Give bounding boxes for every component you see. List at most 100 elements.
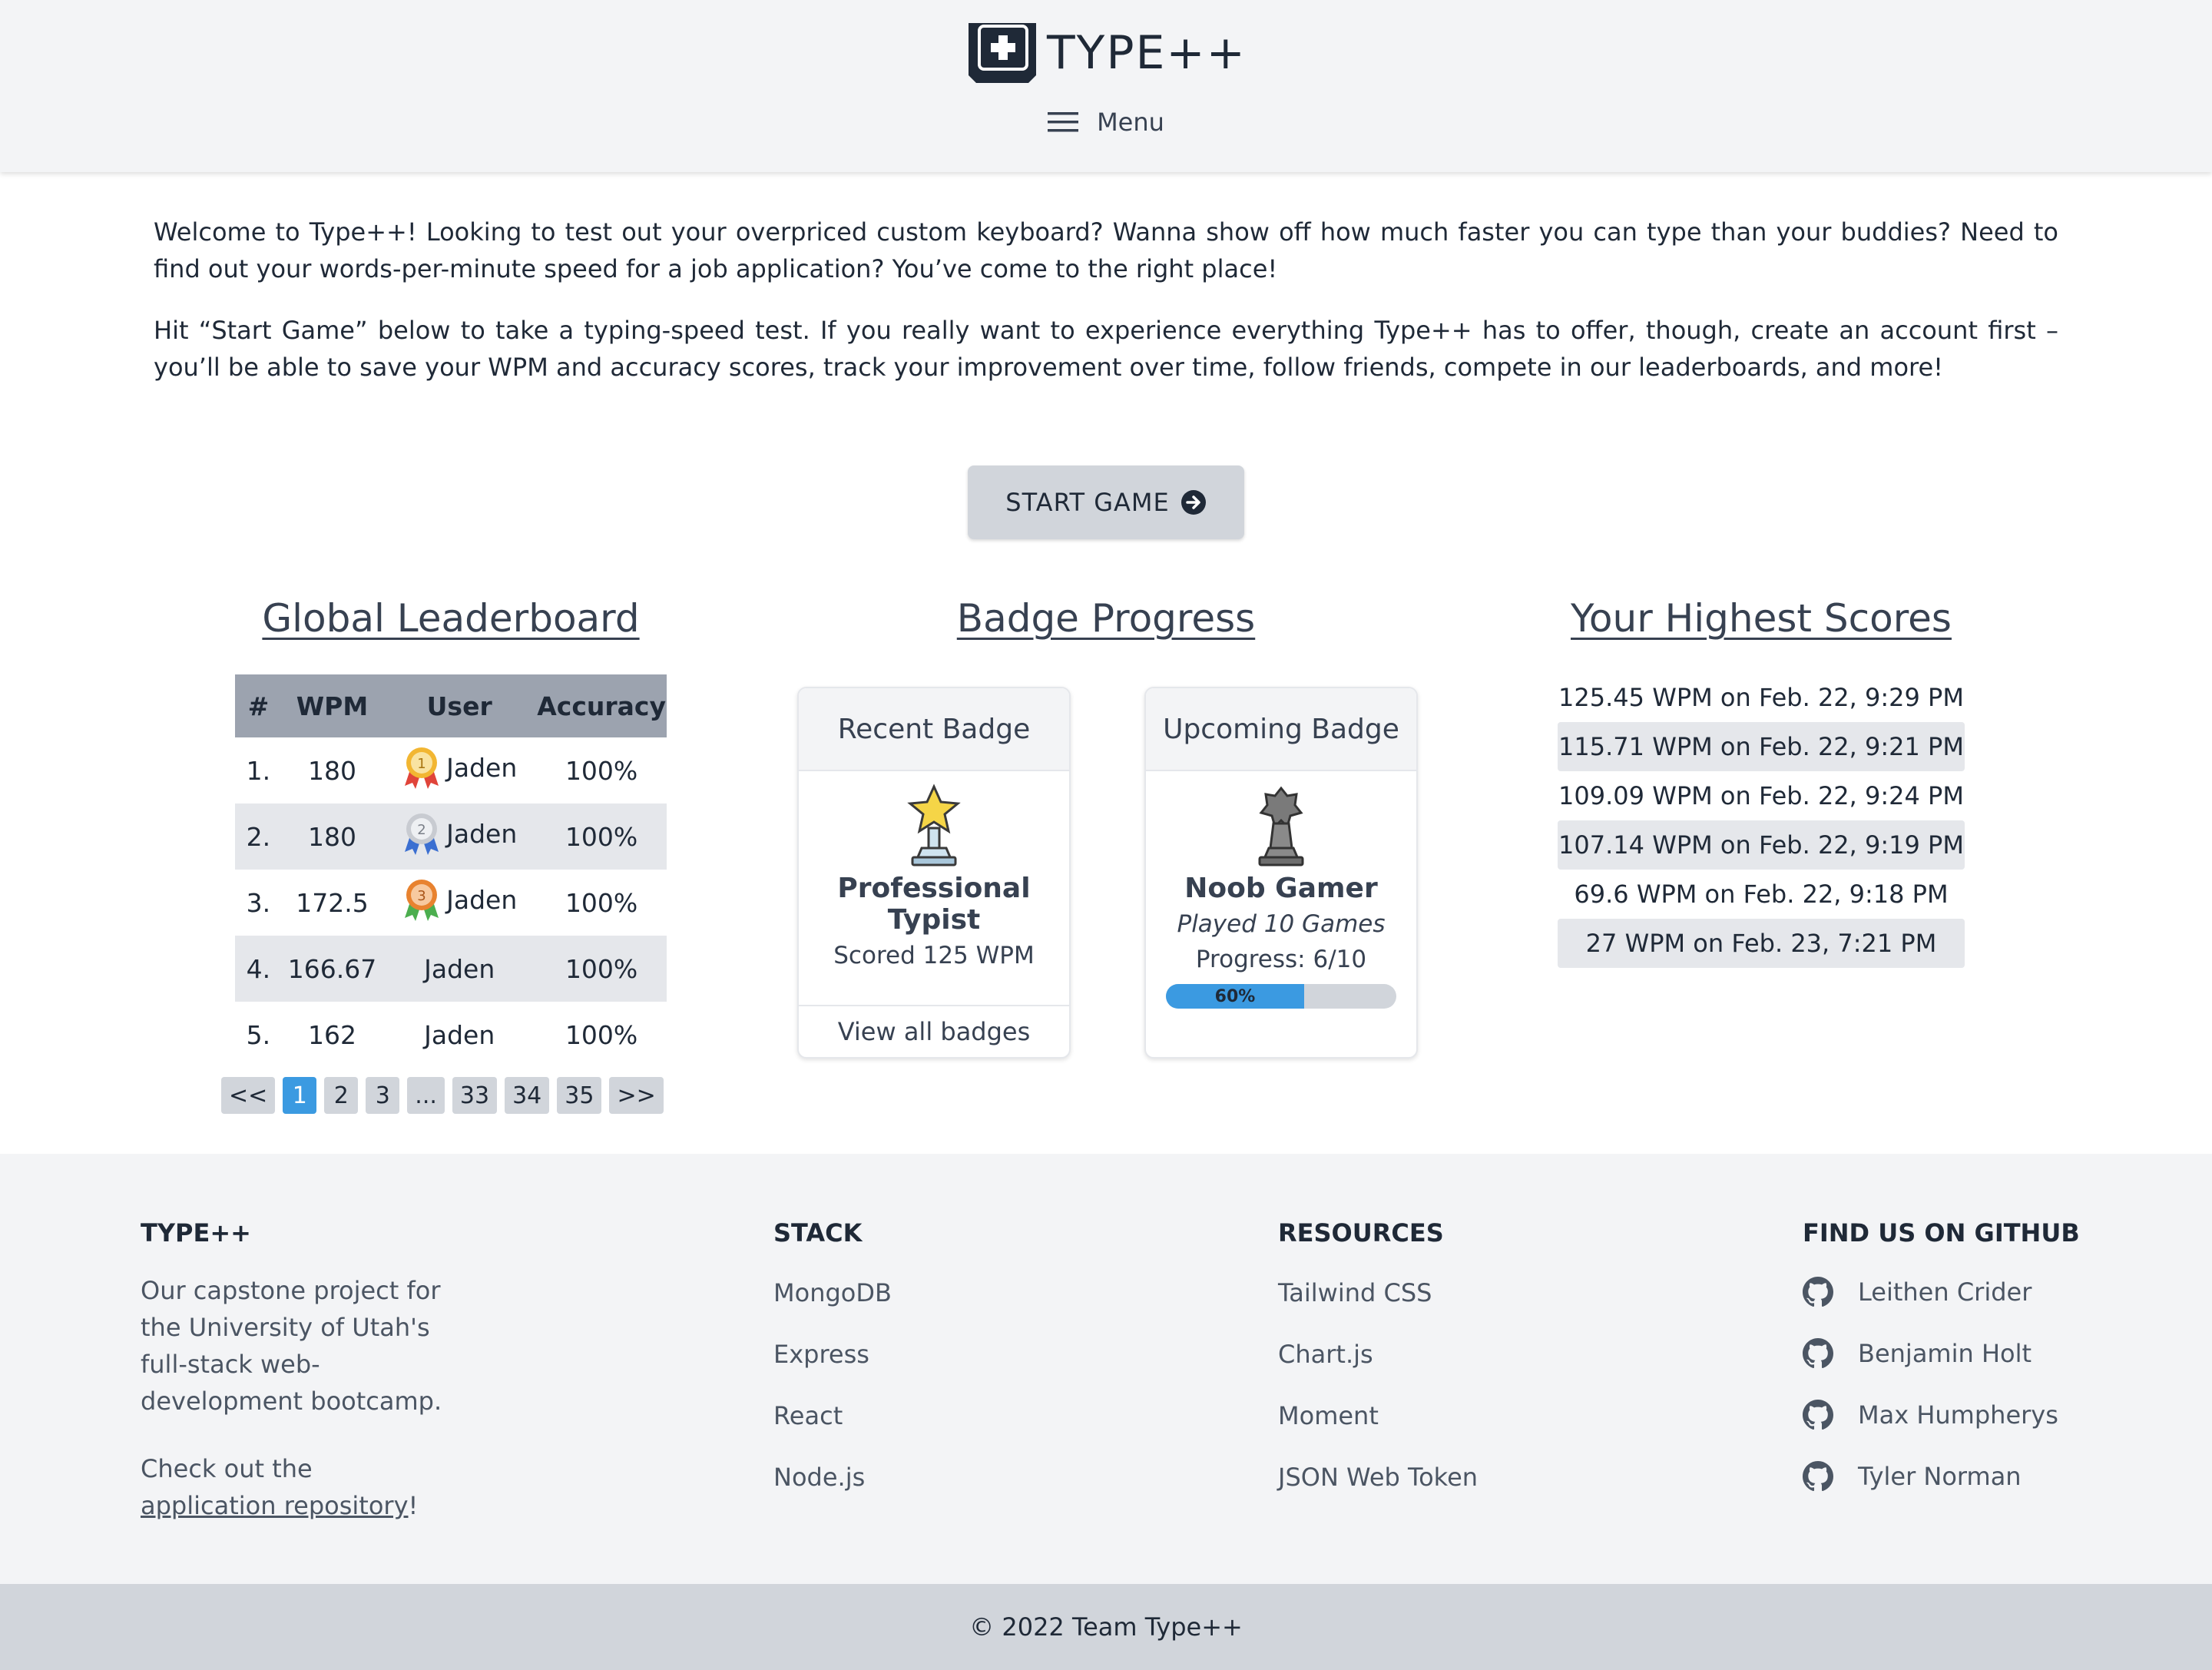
footer-about-line: full-stack web- bbox=[141, 1350, 320, 1379]
badge-progress-label: 60% bbox=[1214, 986, 1256, 1006]
page-ellipsis[interactable]: ... bbox=[407, 1077, 445, 1114]
table-row: 4. 166.67 Jaden 100% bbox=[235, 936, 667, 1002]
table-row: 2. 180 2 Jaden 100% bbox=[235, 804, 667, 870]
stack-item-react[interactable]: React bbox=[773, 1401, 843, 1430]
rank-cell: 2. bbox=[235, 804, 282, 870]
github-person-name: Max Humpherys bbox=[1858, 1400, 2058, 1430]
user-name[interactable]: Jaden bbox=[446, 753, 517, 783]
leaderboard-pagination: << 1 2 3 ... 33 34 35 >> bbox=[221, 1077, 664, 1114]
site-header: TYPE++ Menu bbox=[0, 0, 2212, 172]
menu-button[interactable]: Menu bbox=[1048, 108, 1164, 137]
copyright-text: © 2022 Team Type++ bbox=[969, 1612, 1243, 1642]
upcoming-badge-description: Played 10 Games bbox=[1177, 910, 1386, 938]
footer-stack-heading: STACK bbox=[773, 1218, 863, 1248]
badge-progress-title[interactable]: Badge Progress bbox=[876, 596, 1336, 641]
table-row: 3. 172.5 3 Jaden 100% bbox=[235, 870, 667, 936]
badge-progress-bar: 60% bbox=[1166, 984, 1396, 1009]
resource-item-chartjs[interactable]: Chart.js bbox=[1278, 1340, 1373, 1369]
page-last-button[interactable]: >> bbox=[609, 1077, 664, 1114]
intro-section-2: Hit “Start Game” below to take a typing-… bbox=[154, 312, 2058, 386]
recent-badge-header: Recent Badge bbox=[799, 688, 1069, 771]
resource-item-moment[interactable]: Moment bbox=[1278, 1401, 1379, 1430]
intro-section: Welcome to Type++! Looking to test out y… bbox=[154, 214, 2058, 287]
user-name[interactable]: Jaden bbox=[382, 936, 537, 1002]
column-header-accuracy: Accuracy bbox=[536, 674, 667, 737]
page-button-34[interactable]: 34 bbox=[505, 1077, 550, 1114]
start-game-button[interactable]: START GAME bbox=[968, 466, 1244, 539]
application-repository-link[interactable]: application repository bbox=[141, 1491, 409, 1520]
trophy-star-icon bbox=[907, 784, 961, 866]
footer-check-text: Check out the bbox=[141, 1454, 313, 1483]
arrow-circle-right-icon bbox=[1181, 490, 1206, 515]
menu-label: Menu bbox=[1097, 108, 1164, 137]
column-header-wpm: WPM bbox=[281, 674, 383, 737]
page-button-3[interactable]: 3 bbox=[366, 1077, 400, 1114]
github-link-max[interactable]: Max Humpherys bbox=[1803, 1400, 2058, 1430]
highest-scores-title[interactable]: Your Highest Scores bbox=[1531, 596, 1992, 641]
logo-text: TYPE++ bbox=[1047, 26, 1247, 80]
footer-repo-text: Check out the application repository! bbox=[141, 1450, 418, 1524]
github-link-benjamin[interactable]: Benjamin Holt bbox=[1803, 1338, 2032, 1369]
stack-item-nodejs[interactable]: Node.js bbox=[773, 1463, 865, 1492]
page-button-1[interactable]: 1 bbox=[283, 1077, 317, 1114]
copyright-bar: © 2022 Team Type++ bbox=[0, 1584, 2212, 1670]
footer-github-heading: FIND US ON GITHUB bbox=[1803, 1218, 2080, 1248]
leaderboard-title[interactable]: Global Leaderboard bbox=[235, 596, 667, 641]
user-cell: 1 Jaden bbox=[382, 737, 536, 804]
gold-medal-icon: 1 bbox=[405, 747, 439, 789]
logo[interactable]: TYPE++ bbox=[965, 20, 1247, 86]
bronze-medal-icon: 3 bbox=[405, 880, 439, 921]
resource-item-jwt[interactable]: JSON Web Token bbox=[1278, 1463, 1478, 1492]
column-header-rank: # bbox=[235, 674, 282, 737]
svg-text:3: 3 bbox=[417, 888, 426, 904]
page-first-button[interactable]: << bbox=[221, 1077, 276, 1114]
accuracy-cell: 100% bbox=[536, 936, 667, 1002]
footer-about-line: Our capstone project for bbox=[141, 1276, 441, 1305]
upcoming-badge-header: Upcoming Badge bbox=[1146, 688, 1416, 771]
page-button-35[interactable]: 35 bbox=[557, 1077, 602, 1114]
footer-about-text: Our capstone project for the University … bbox=[141, 1272, 442, 1420]
score-item: 109.09 WPM on Feb. 22, 9:24 PM bbox=[1558, 781, 1964, 810]
wpm-cell: 172.5 bbox=[296, 887, 369, 918]
stack-item-express[interactable]: Express bbox=[773, 1340, 869, 1369]
intro-paragraph-2: Hit “Start Game” below to take a typing-… bbox=[154, 316, 2058, 382]
github-link-tyler[interactable]: Tyler Norman bbox=[1803, 1461, 2022, 1492]
github-link-leithen[interactable]: Leithen Crider bbox=[1803, 1277, 2032, 1307]
user-name[interactable]: Jaden bbox=[382, 1002, 536, 1068]
table-row: 1. 180 1 Jaden 100% bbox=[235, 737, 667, 804]
svg-text:1: 1 bbox=[417, 756, 426, 772]
page-button-33[interactable]: 33 bbox=[452, 1077, 498, 1114]
pawn-trophy-icon bbox=[1258, 786, 1304, 866]
user-cell: 3 Jaden bbox=[382, 870, 536, 936]
score-item: 69.6 WPM on Feb. 22, 9:18 PM bbox=[1574, 880, 1949, 909]
github-icon bbox=[1803, 1400, 1833, 1430]
page-button-2[interactable]: 2 bbox=[324, 1077, 359, 1114]
score-item: 27 WPM on Feb. 23, 7:21 PM bbox=[1558, 919, 1965, 968]
score-item: 125.45 WPM on Feb. 22, 9:29 PM bbox=[1558, 683, 1964, 712]
highest-scores-list: 125.45 WPM on Feb. 22, 9:29 PM 115.71 WP… bbox=[1558, 673, 1965, 968]
upcoming-badge-progress-text: Progress: 6/10 bbox=[1195, 946, 1367, 973]
keyboard-key-plus-icon bbox=[969, 23, 1037, 83]
github-person-name: Leithen Crider bbox=[1858, 1277, 2032, 1307]
wpm-cell: 166.67 bbox=[281, 936, 383, 1002]
user-name[interactable]: Jaden bbox=[446, 819, 517, 849]
github-person-name: Benjamin Holt bbox=[1858, 1339, 2032, 1368]
site-footer: TYPE++ Our capstone project for the Univ… bbox=[0, 1154, 2212, 1584]
rank-cell: 5. bbox=[246, 1019, 271, 1050]
github-person-name: Tyler Norman bbox=[1858, 1462, 2022, 1491]
hamburger-icon bbox=[1048, 112, 1079, 132]
rank-cell: 1. bbox=[246, 755, 271, 786]
score-item: 115.71 WPM on Feb. 22, 9:21 PM bbox=[1558, 722, 1965, 771]
upcoming-badge-name: Noob Gamer bbox=[1184, 873, 1378, 904]
accuracy-cell: 100% bbox=[565, 887, 638, 918]
user-name[interactable]: Jaden bbox=[446, 885, 517, 915]
user-cell: 2 Jaden bbox=[382, 804, 537, 870]
rank-cell: 3. bbox=[246, 887, 271, 918]
silver-medal-icon: 2 bbox=[405, 813, 439, 855]
stack-item-mongodb[interactable]: MongoDB bbox=[773, 1278, 892, 1307]
github-icon bbox=[1803, 1277, 1833, 1307]
upcoming-badge-card: Upcoming Badge Noob Gamer Played 10 Game… bbox=[1144, 687, 1418, 1059]
view-all-badges-link[interactable]: View all badges bbox=[799, 1005, 1069, 1057]
accuracy-cell: 100% bbox=[565, 1019, 638, 1050]
resource-item-tailwind[interactable]: Tailwind CSS bbox=[1278, 1278, 1432, 1307]
